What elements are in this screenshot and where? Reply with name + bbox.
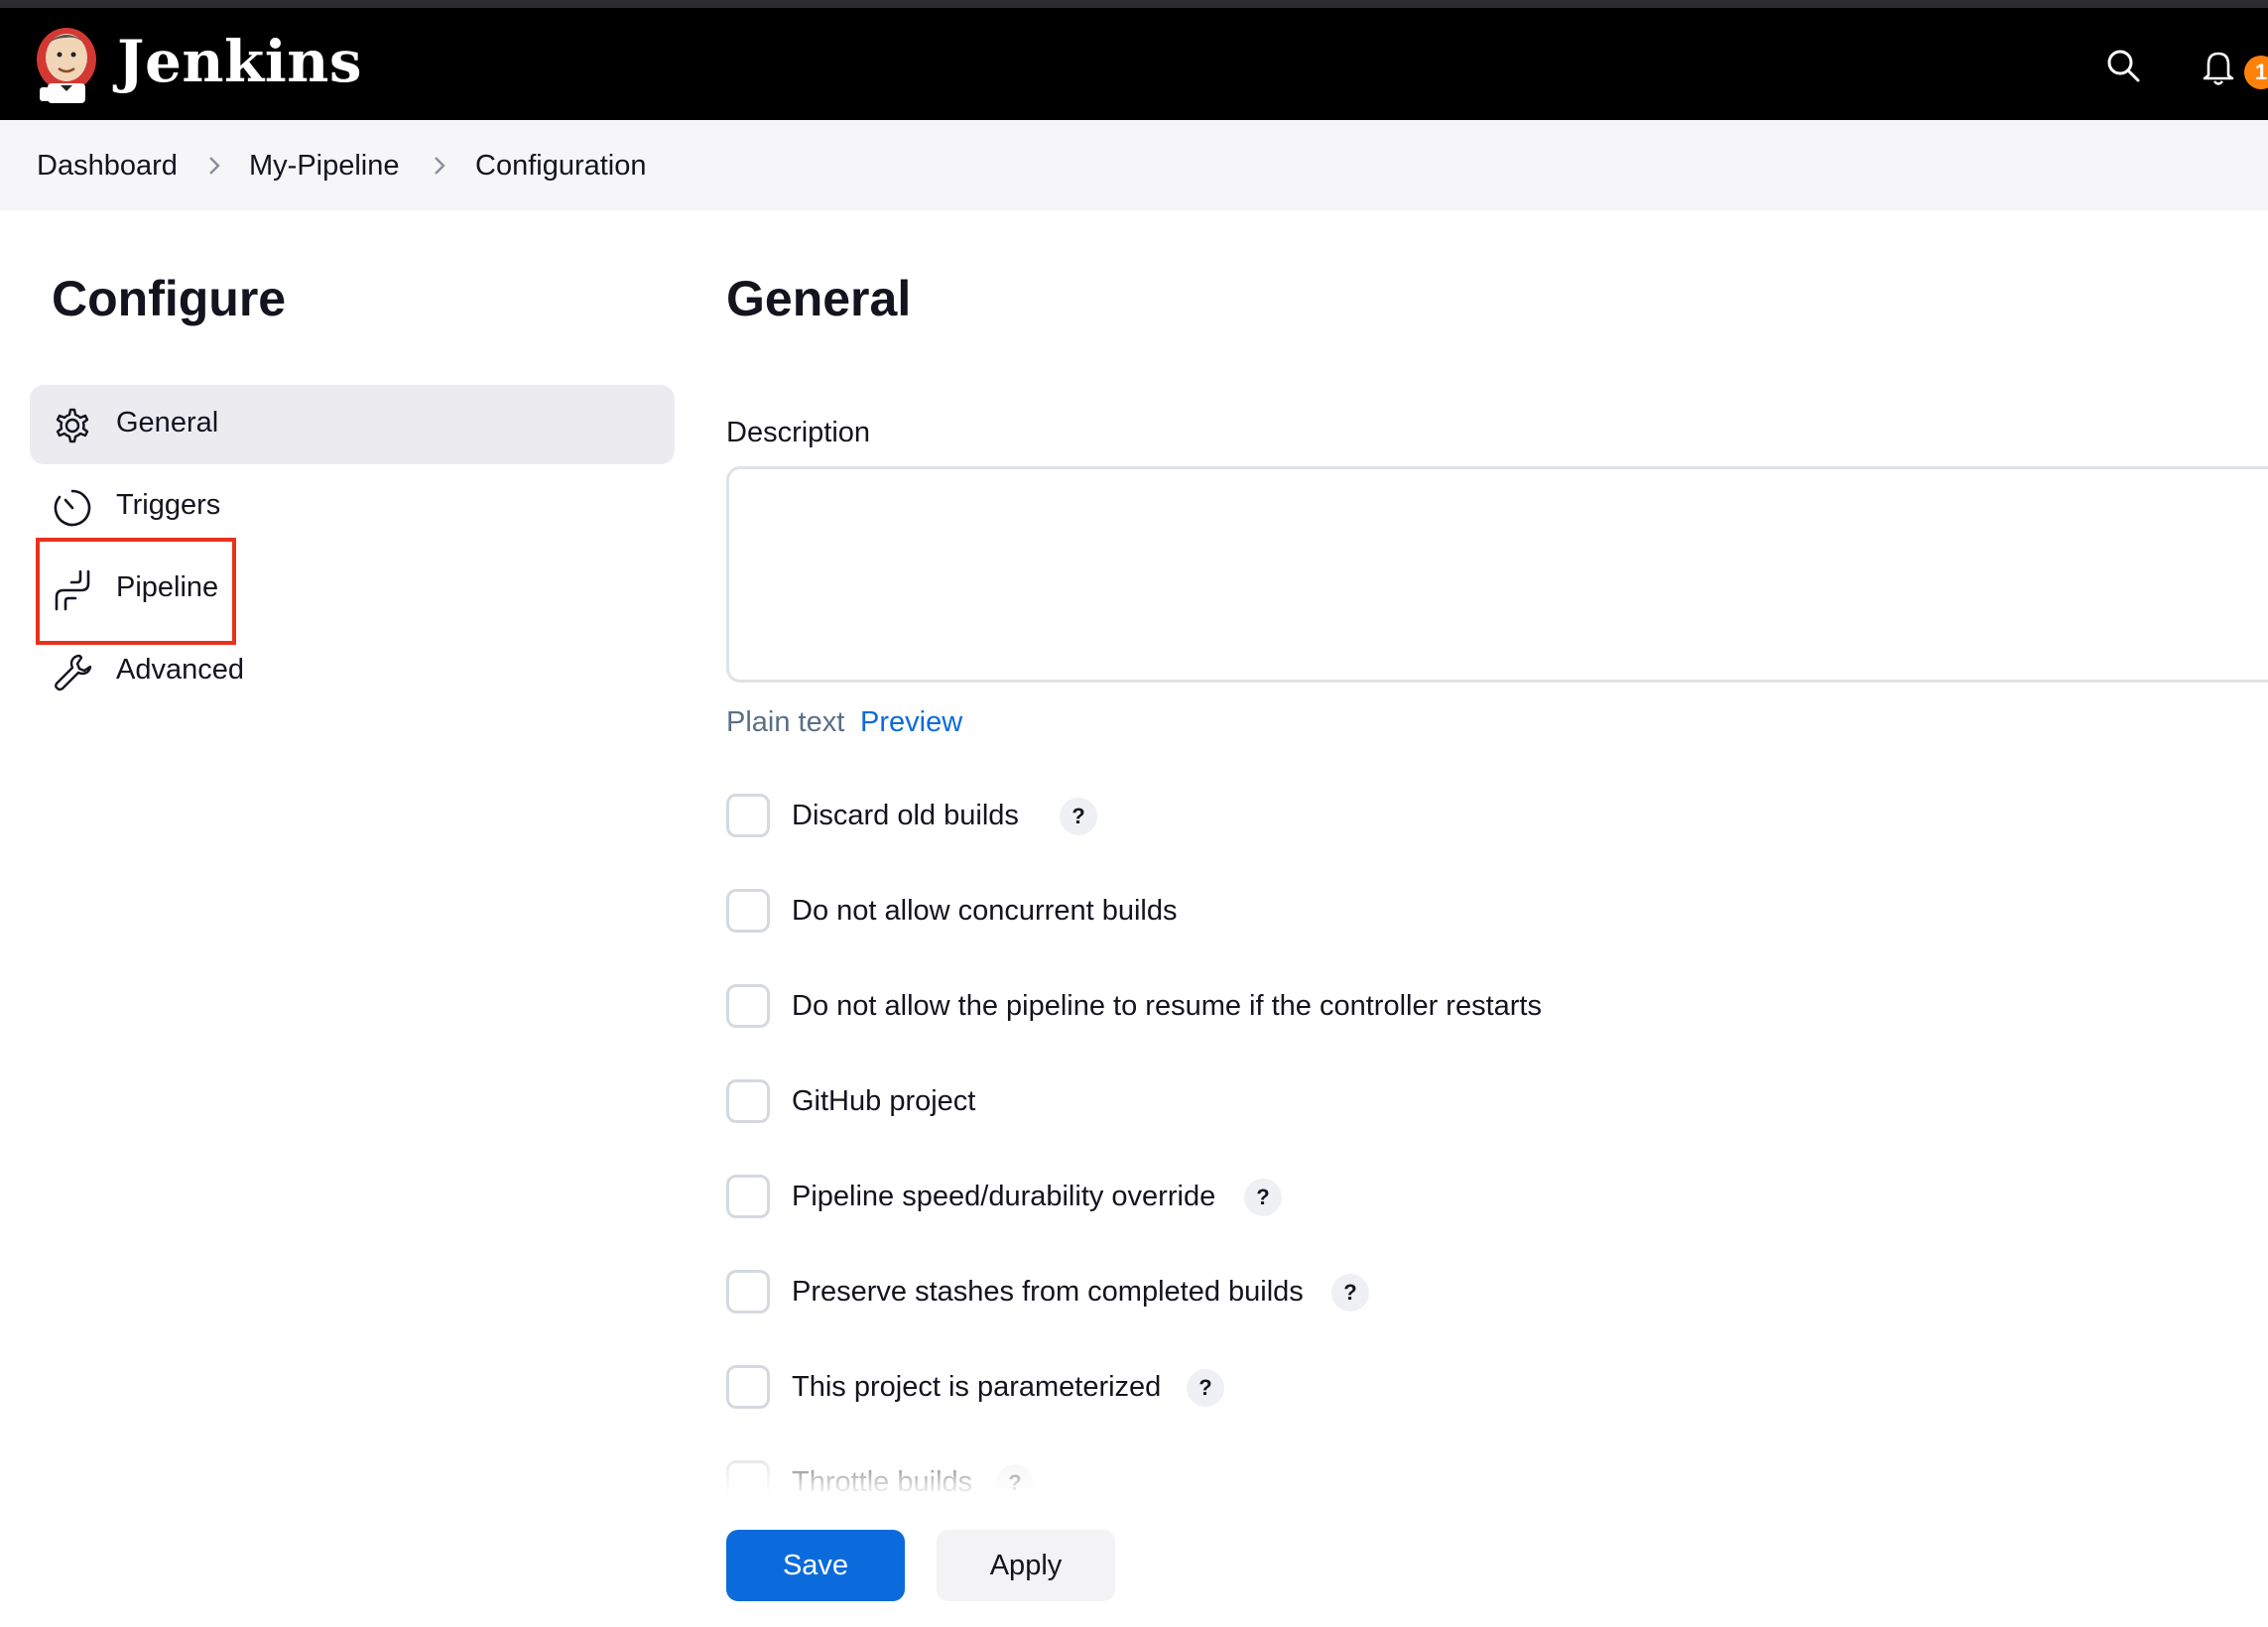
brand-name[interactable]: Jenkins: [117, 28, 362, 95]
sidebar-item-label: Pipeline: [116, 571, 219, 603]
sidebar-item-label: Advanced: [116, 654, 244, 686]
notification-badge[interactable]: 1: [2244, 56, 2268, 89]
breadcrumb: Dashboard My-Pipeline Configuration: [0, 120, 2268, 210]
help-icon[interactable]: ?: [1060, 798, 1097, 835]
sidebar-item-general[interactable]: General: [30, 385, 675, 464]
checkbox[interactable]: [726, 1365, 770, 1409]
sidebar-item-triggers[interactable]: Triggers: [30, 467, 675, 547]
chevron-right-icon: [209, 157, 220, 175]
description-label: Description: [726, 417, 871, 448]
gear-icon: [56, 408, 89, 443]
sidebar-item-pipeline[interactable]: Pipeline: [30, 550, 675, 629]
option-label[interactable]: This project is parameterized: [792, 1371, 1161, 1404]
bell-icon[interactable]: [2201, 48, 2236, 87]
plain-text-link[interactable]: Plain text: [726, 706, 844, 739]
checkbox[interactable]: [726, 1079, 770, 1123]
help-icon[interactable]: ?: [1244, 1179, 1282, 1216]
sidebar-title: Configure: [52, 271, 287, 326]
checkbox[interactable]: [726, 984, 770, 1028]
action-bar: [694, 1500, 2268, 1627]
sidebar-item-advanced[interactable]: Advanced: [30, 632, 675, 711]
checkbox[interactable]: [726, 794, 770, 837]
apply-button[interactable]: Apply: [937, 1530, 1115, 1601]
option-label[interactable]: Discard old builds: [792, 800, 1019, 832]
breadcrumb-my-pipeline[interactable]: My-Pipeline: [249, 150, 400, 183]
help-icon[interactable]: ?: [1187, 1369, 1224, 1407]
description-textarea[interactable]: [726, 466, 2268, 683]
option-label[interactable]: Pipeline speed/durability override: [792, 1181, 1215, 1213]
option-label[interactable]: Do not allow the pipeline to resume if t…: [792, 990, 1542, 1023]
preview-link[interactable]: Preview: [860, 706, 962, 739]
option-label[interactable]: Throttle builds: [792, 1466, 972, 1499]
pipeline-icon: [55, 569, 90, 611]
option-label[interactable]: Do not allow concurrent builds: [792, 895, 1177, 928]
chevron-right-icon: [435, 157, 445, 175]
section-title: General: [726, 271, 912, 326]
sidebar-item-label: General: [116, 407, 219, 438]
wrench-icon: [55, 654, 92, 691]
clock-icon: [54, 489, 91, 527]
help-icon[interactable]: ?: [996, 1464, 1034, 1502]
jenkins-butler-logo[interactable]: [34, 24, 99, 105]
checkbox[interactable]: [726, 1175, 770, 1218]
window-top-strip: [0, 0, 2268, 8]
breadcrumb-dashboard[interactable]: Dashboard: [37, 150, 178, 183]
option-label[interactable]: Preserve stashes from completed builds: [792, 1276, 1304, 1309]
checkbox[interactable]: [726, 889, 770, 933]
breadcrumb-configuration[interactable]: Configuration: [475, 150, 647, 183]
checkbox[interactable]: [726, 1270, 770, 1314]
sidebar-item-label: Triggers: [116, 489, 221, 521]
checkbox[interactable]: [726, 1460, 770, 1504]
search-icon[interactable]: [2105, 48, 2141, 83]
top-header: Jenkins 1: [0, 8, 2268, 120]
help-icon[interactable]: ?: [1331, 1274, 1369, 1312]
option-label[interactable]: GitHub project: [792, 1085, 975, 1118]
save-button[interactable]: Save: [726, 1530, 905, 1601]
